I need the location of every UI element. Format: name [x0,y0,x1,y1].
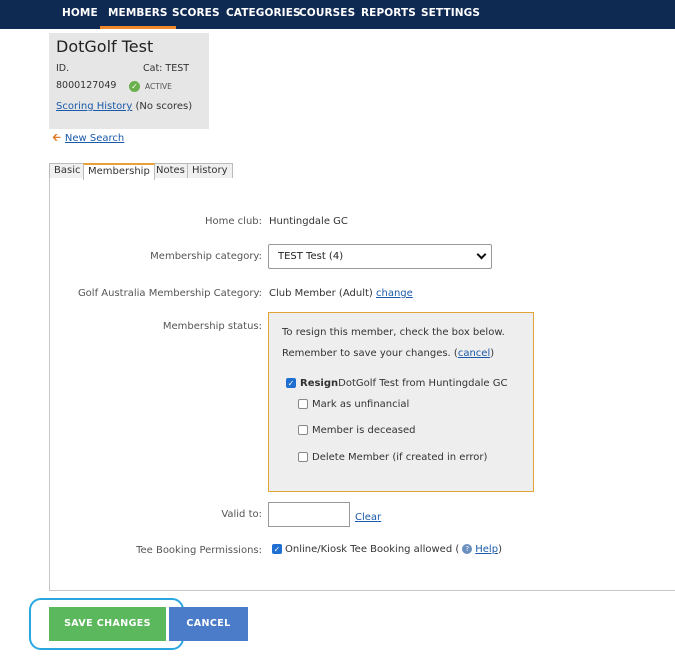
top-nav: HOME MEMBERS SCORES CATEGORIES COURSES R… [0,0,675,29]
resign-reminder: Remember to save your changes. (cancel) [282,348,494,359]
tee-booking-suffix: ) [498,543,502,555]
cancel-button[interactable]: CANCEL [169,607,248,641]
clear-link[interactable]: Clear [355,512,381,523]
member-category: Cat: TEST [143,63,190,74]
tee-booking-label: Tee Booking Permissions: [136,545,262,556]
help-link[interactable]: Help [475,544,498,555]
nav-settings[interactable]: SETTINGS [421,0,480,29]
cancel-link[interactable]: cancel [458,348,490,359]
check-circle-icon: ✓ [129,80,140,92]
membership-category-select[interactable]: TEST Test (4) [268,244,492,269]
arrow-left-icon: 🡰 [52,130,61,144]
tee-booking-checkbox[interactable]: ✓ [272,544,282,554]
nav-scores[interactable]: SCORES [172,0,220,29]
scoring-history-link[interactable]: Scoring History [56,101,132,112]
delete-row: Delete Member (if created in error) [298,451,487,463]
new-search[interactable]: 🡰 New Search [52,131,124,145]
tab-notes[interactable]: Notes [151,163,190,179]
delete-checkbox[interactable] [298,452,308,462]
ga-change-link[interactable]: change [376,288,413,299]
valid-to-input[interactable] [268,502,350,527]
resign-bold: Resign [300,377,339,389]
member-id-value: 8000127049 [56,80,117,91]
clear-container: Clear [355,512,381,523]
deceased-checkbox[interactable] [298,425,308,435]
chevron-down-icon [476,249,487,260]
new-search-link[interactable]: New Search [65,133,124,144]
help-icon[interactable]: ? [462,544,473,554]
valid-to-label: Valid to: [221,509,262,520]
member-id-label: ID. [56,63,70,74]
tab-basic[interactable]: Basic [49,163,86,179]
nav-home[interactable]: HOME [62,0,98,29]
save-changes-button[interactable]: SAVE CHANGES [49,607,166,641]
membership-category-label: Membership category: [150,251,262,262]
home-club-value: Huntingdale GC [269,216,348,227]
delete-label: Delete Member (if created in error) [312,451,488,463]
ga-category-label: Golf Australia Membership Category: [77,288,262,299]
membership-status-label: Membership status: [162,321,262,332]
resign-instruction: To resign this member, check the box bel… [282,327,505,338]
member-name: DotGolf Test [56,37,154,56]
ga-category: Club Member (Adult) change [269,288,413,299]
tab-membership[interactable]: Membership [83,163,155,180]
nav-reports[interactable]: REPORTS [361,0,416,29]
deceased-label: Member is deceased [312,424,416,436]
nav-members[interactable]: MEMBERS [100,0,176,29]
tee-booking-text: Online/Kiosk Tee Booking allowed ( [285,543,460,555]
scoring-history-note: (No scores) [135,101,193,112]
resign-box: To resign this member, check the box bel… [268,312,534,492]
member-status: ✓ ACTIVE [129,80,172,92]
scoring-history: Scoring History (No scores) [56,101,192,112]
tab-history[interactable]: History [187,163,233,179]
resign-checkbox[interactable]: ✓ [286,378,296,388]
nav-courses[interactable]: COURSES [299,0,355,29]
member-card: DotGolf Test ID. Cat: TEST 8000127049 ✓ … [49,33,209,129]
reminder-suffix: ) [490,348,495,359]
status-text: ACTIVE [145,81,172,91]
home-club-label: Home club: [204,216,262,227]
membership-category-value: TEST Test (4) [278,251,344,262]
ga-category-value: Club Member (Adult) [269,288,373,299]
tee-booking-row: ✓ Online/Kiosk Tee Booking allowed ( ? H… [272,543,502,555]
resign-row: ✓ Resign DotGolf Test from Huntingdale G… [286,377,507,389]
unfinancial-row: Mark as unfinancial [298,398,409,410]
deceased-row: Member is deceased [298,424,415,436]
reminder-text: Remember to save your changes. ( [282,348,458,359]
unfinancial-label: Mark as unfinancial [312,398,410,410]
nav-categories[interactable]: CATEGORIES [226,0,301,29]
unfinancial-checkbox[interactable] [298,399,308,409]
resign-text: DotGolf Test from Huntingdale GC [338,377,508,389]
